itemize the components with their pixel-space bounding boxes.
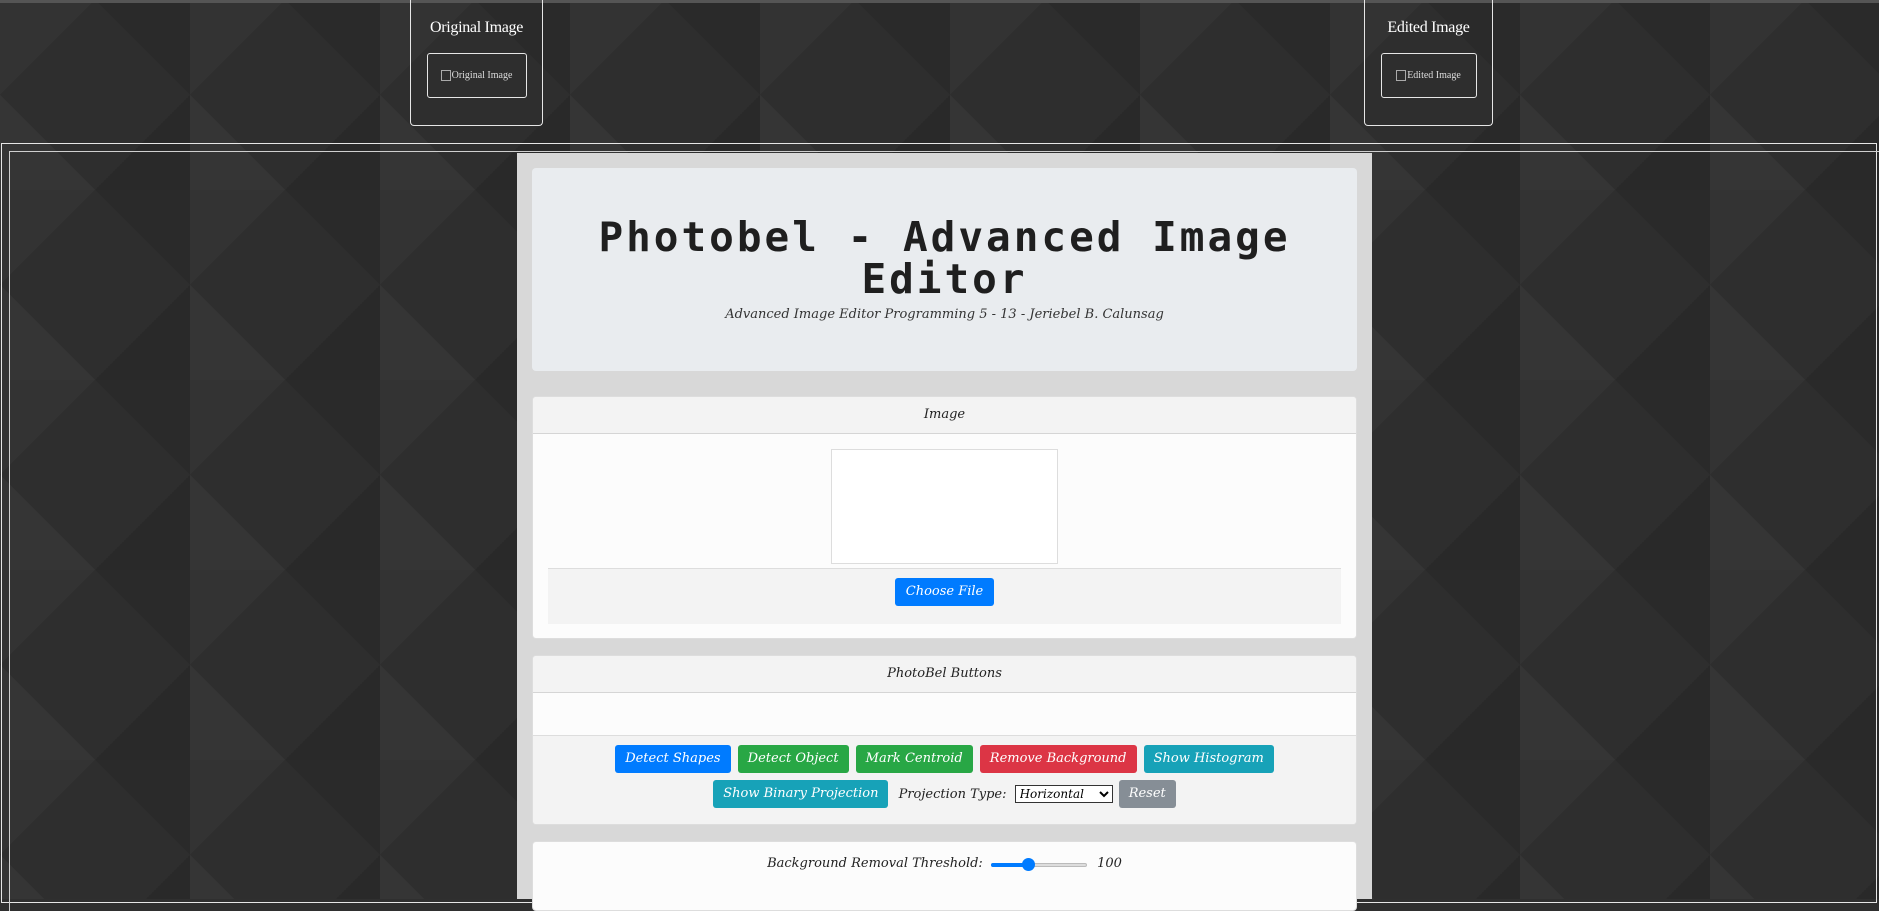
- buttons-card: PhotoBel Buttons Detect Shapes Detect Ob…: [532, 655, 1357, 825]
- edited-image-thumbnail: Edited Image: [1380, 53, 1477, 98]
- edited-image-panel: Edited Image Edited Image: [1364, 0, 1493, 126]
- remove-background-button[interactable]: Remove Background: [979, 745, 1137, 773]
- buttons-card-header: PhotoBel Buttons: [533, 656, 1356, 693]
- threshold-row: Background Removal Threshold: 100: [533, 842, 1356, 871]
- broken-image-icon: [1396, 70, 1407, 81]
- projection-type-label: Projection Type:: [898, 786, 1007, 802]
- original-image-title: Original Image: [429, 19, 524, 36]
- detect-object-button[interactable]: Detect Object: [737, 745, 849, 773]
- slider-handle[interactable]: [1022, 857, 1036, 871]
- mark-centroid-button[interactable]: Mark Centroid: [855, 745, 973, 773]
- main-container: Photobel - Advanced Image Editor Advance…: [517, 153, 1372, 911]
- top-border: [0, 0, 1879, 3]
- threshold-label: Background Removal Threshold:: [767, 856, 983, 871]
- original-image-alt: Original Image: [451, 70, 513, 81]
- projection-type-select[interactable]: Horizontal: [1014, 785, 1113, 803]
- original-image-thumbnail: Original Image: [426, 53, 527, 98]
- image-preview: [831, 449, 1058, 564]
- image-card-footer: Choose File: [548, 568, 1341, 624]
- button-row-2: Show Binary Projection Projection Type: …: [533, 780, 1356, 808]
- original-image-panel: Original Image Original Image: [410, 0, 543, 126]
- header-jumbotron: Photobel - Advanced Image Editor Advance…: [532, 168, 1357, 371]
- threshold-slider[interactable]: [990, 857, 1087, 871]
- show-histogram-button[interactable]: Show Histogram: [1143, 745, 1274, 773]
- choose-file-button[interactable]: Choose File: [894, 578, 995, 606]
- edited-image-title: Edited Image: [1387, 19, 1470, 36]
- edited-image-alt: Edited Image: [1407, 70, 1461, 81]
- page-title: Photobel - Advanced Image Editor: [598, 213, 1291, 303]
- broken-image-icon: [440, 70, 451, 81]
- threshold-card: Background Removal Threshold: 100: [532, 841, 1357, 911]
- detect-shapes-button[interactable]: Detect Shapes: [615, 745, 731, 773]
- button-row-1: Detect Shapes Detect Object Mark Centroi…: [533, 745, 1356, 773]
- buttons-card-footer: Detect Shapes Detect Object Mark Centroi…: [533, 736, 1356, 824]
- buttons-card-body: [533, 693, 1356, 736]
- threshold-value: 100: [1097, 856, 1122, 871]
- show-binary-projection-button[interactable]: Show Binary Projection: [713, 780, 889, 808]
- reset-button[interactable]: Reset: [1118, 780, 1176, 808]
- image-card: Image Choose File: [532, 396, 1357, 639]
- image-card-header: Image: [533, 397, 1356, 434]
- page-subtitle: Advanced Image Editor Programming 5 - 13…: [725, 307, 1164, 322]
